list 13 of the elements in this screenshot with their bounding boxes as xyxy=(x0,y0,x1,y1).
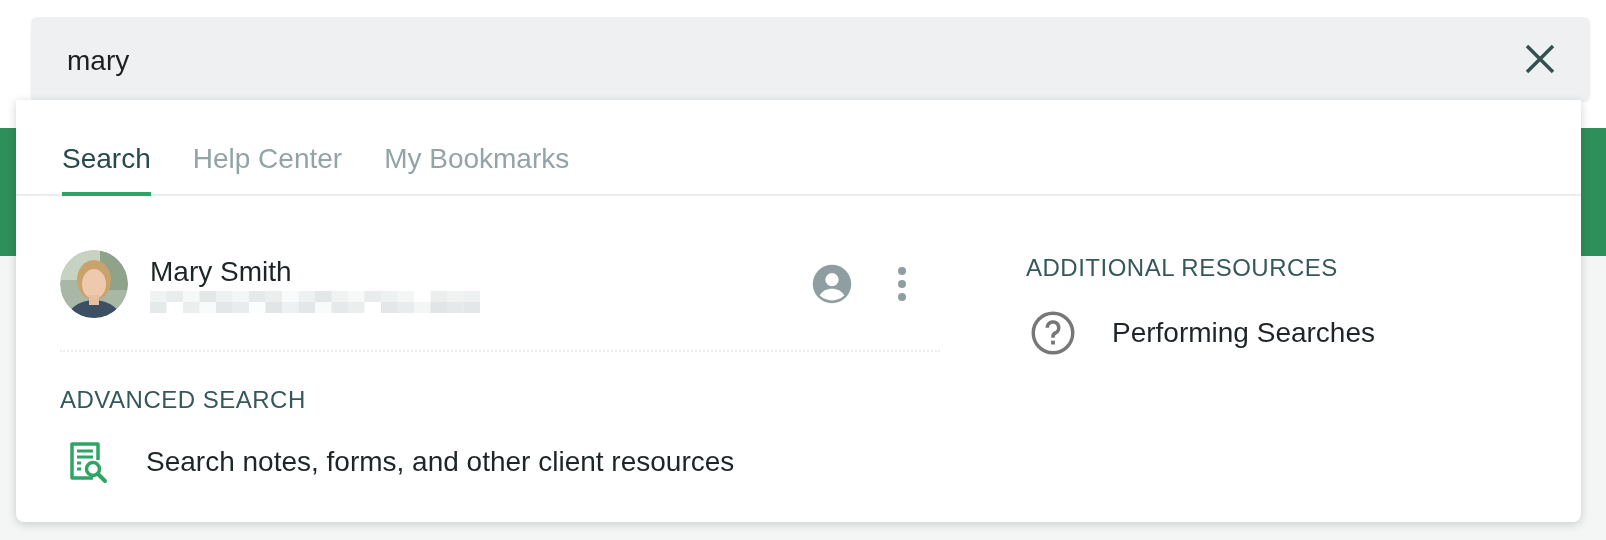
search-field[interactable]: mary xyxy=(67,33,1520,84)
section-heading: ADVANCED SEARCH xyxy=(60,385,307,415)
profile-button[interactable] xyxy=(810,262,854,306)
close-icon xyxy=(1524,42,1556,75)
person-icon xyxy=(811,263,853,305)
advanced-search-link[interactable]: Search notes, forms, and other client resources xyxy=(146,441,735,483)
person-name[interactable]: Mary Smith xyxy=(150,255,480,289)
tab[interactable]: Search xyxy=(62,138,151,196)
section-heading: ADDITIONAL RESOURCES xyxy=(1026,253,1339,283)
search-bar[interactable]: mary xyxy=(31,17,1590,100)
more-options-icon xyxy=(897,266,907,302)
resource-link[interactable]: Performing Searches xyxy=(1112,312,1375,354)
help-icon xyxy=(1030,310,1076,356)
